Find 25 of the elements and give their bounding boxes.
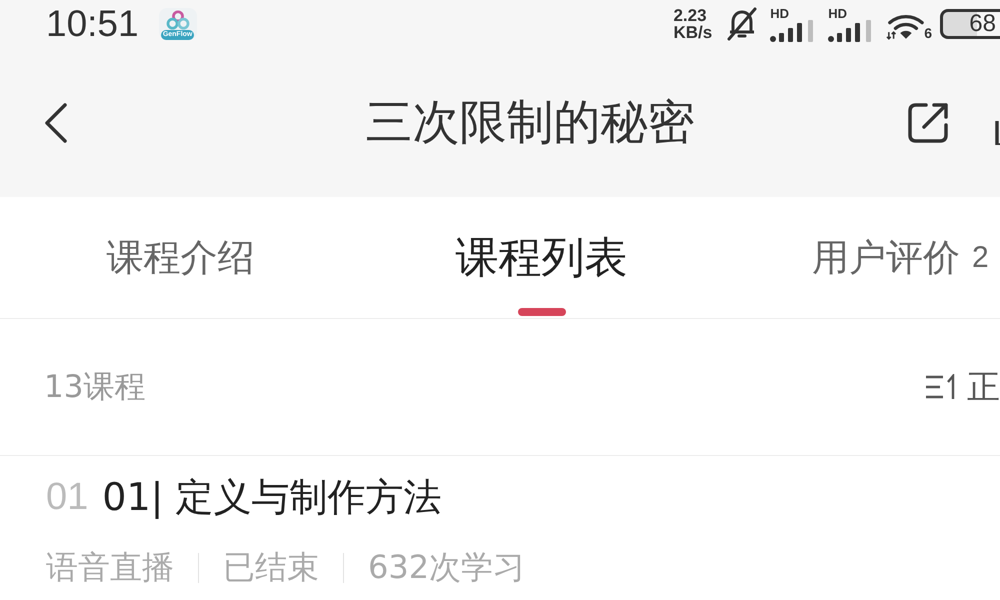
lesson-meta: 632次学习 — [368, 547, 526, 588]
lesson-meta: 语音直播 — [46, 547, 174, 588]
page-title: 三次限制的秘密 — [364, 94, 696, 152]
tab-indicator — [518, 308, 566, 316]
tab[interactable]: 课程介绍 — [106, 197, 254, 318]
share-icon — [906, 100, 950, 144]
back-chevron-icon — [44, 102, 68, 142]
cut-off-icon[interactable] — [995, 120, 1000, 144]
lesson-title[interactable]: 01| 定义与制作方法 — [102, 472, 442, 522]
sort-button[interactable]: 正 — [925, 364, 1000, 410]
tab[interactable]: 用户评价 2 — [812, 197, 989, 318]
network-type-label: HD — [828, 6, 848, 20]
lesson-number: 01 — [46, 476, 88, 518]
net-speed-value: 2.23 — [673, 7, 708, 24]
lesson-meta: 已结束 — [223, 547, 319, 588]
net-speed-unit: KB/s — [673, 24, 712, 41]
lesson-count: 13课程 — [44, 368, 146, 407]
share-button[interactable] — [906, 100, 950, 144]
app-logo-icon — [164, 10, 192, 30]
sort-icon — [925, 374, 957, 400]
tab[interactable]: 课程列表 — [456, 197, 628, 318]
status-time: 10:51 — [46, 4, 139, 44]
wifi-generation-label: 6 — [924, 26, 932, 40]
battery-percent: 68 — [969, 12, 997, 36]
network-type-label: HD — [770, 6, 790, 20]
